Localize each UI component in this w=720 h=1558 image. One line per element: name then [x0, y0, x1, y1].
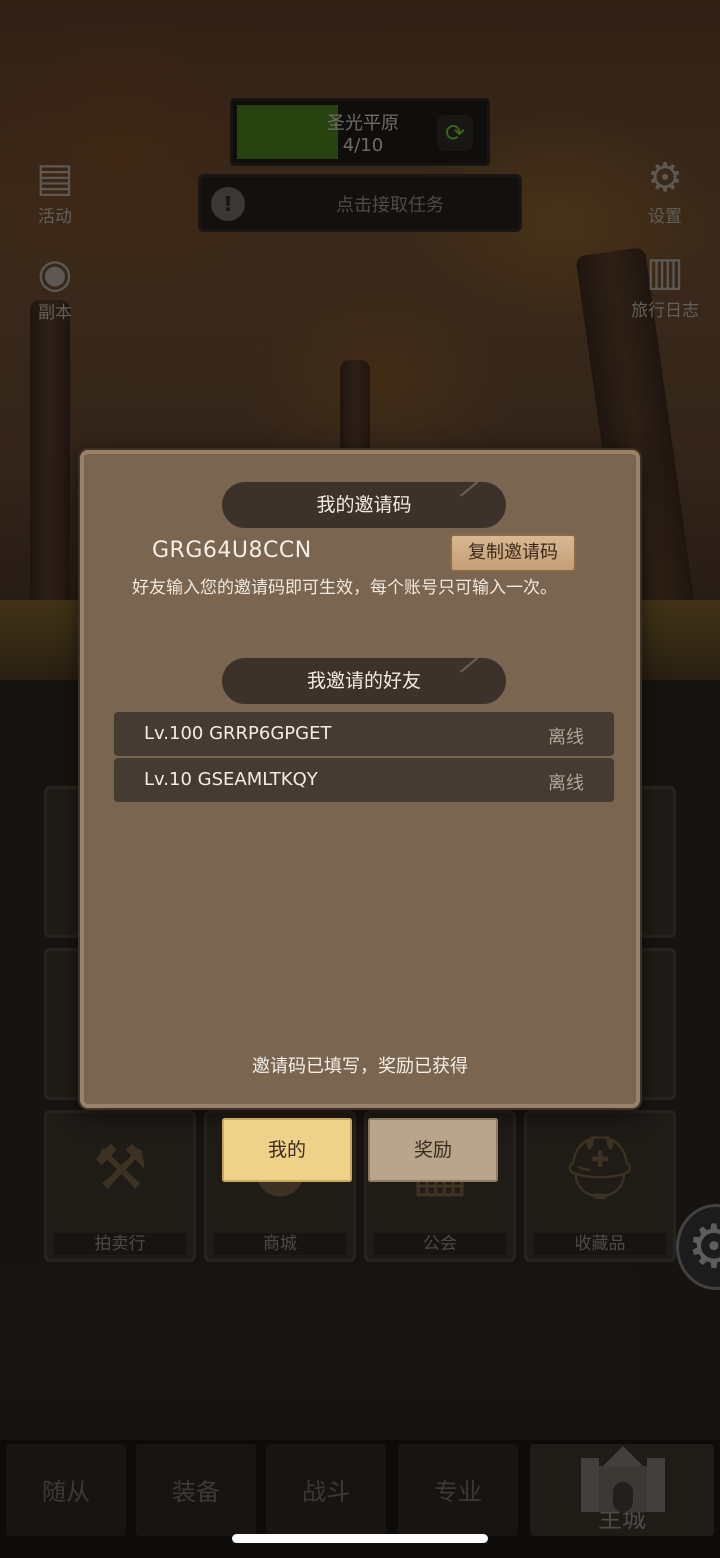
- my-code-banner: 我的邀请码: [222, 482, 506, 528]
- friend-list: Lv.100 GRRP6GPGET 离线 Lv.10 GSEAMLTKQY 离线: [114, 712, 614, 804]
- invite-hint: 好友输入您的邀请码即可生效，每个账号只可输入一次。: [132, 578, 557, 598]
- list-item: Lv.100 GRRP6GPGET 离线: [114, 712, 614, 756]
- friend-status: 离线: [548, 773, 584, 794]
- friend-status: 离线: [548, 727, 584, 748]
- home-indicator[interactable]: [232, 1534, 488, 1543]
- invite-dialog: 我的邀请码 GRG64U8CCN 复制邀请码 好友输入您的邀请码即可生效，每个账…: [80, 450, 640, 1108]
- tab-reward[interactable]: 奖励: [368, 1118, 498, 1182]
- friend-name: Lv.10 GSEAMLTKQY: [144, 769, 318, 790]
- tab-mine[interactable]: 我的: [222, 1118, 352, 1182]
- friends-banner: 我邀请的好友: [222, 658, 506, 704]
- list-item: Lv.10 GSEAMLTKQY 离线: [114, 758, 614, 802]
- friend-name: Lv.100 GRRP6GPGET: [144, 723, 332, 744]
- invite-code: GRG64U8CCN: [152, 538, 312, 563]
- copy-code-button[interactable]: 复制邀请码: [450, 534, 576, 572]
- reward-status-note: 邀请码已填写，奖励已获得: [252, 1056, 468, 1077]
